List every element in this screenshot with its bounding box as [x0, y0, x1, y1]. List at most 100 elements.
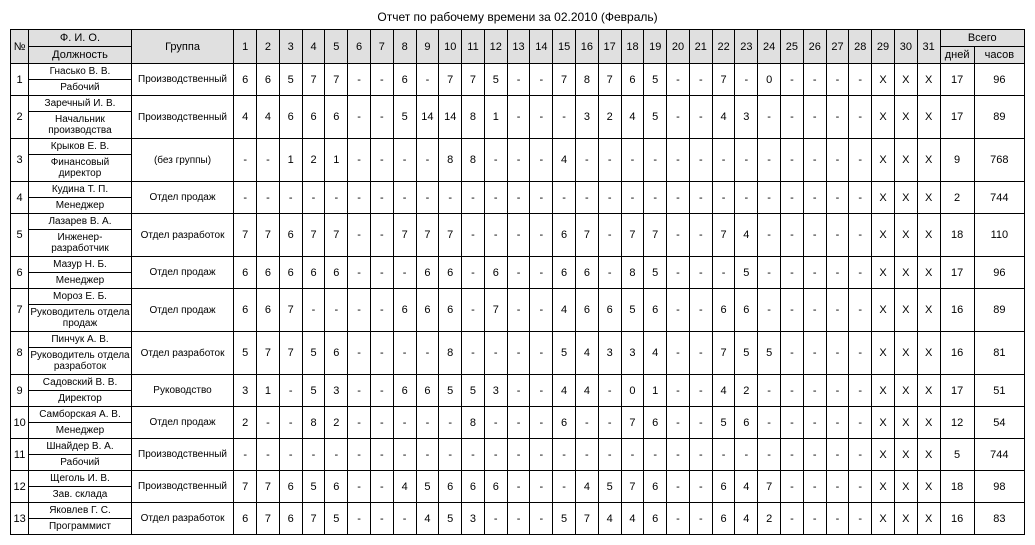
cell: X	[894, 96, 917, 139]
cell: Программист	[29, 519, 132, 535]
cell: X	[872, 503, 895, 535]
cell: -	[484, 407, 507, 439]
cell: -	[348, 96, 371, 139]
cell: Отдел разработок	[131, 503, 234, 535]
cell: 4	[576, 332, 599, 375]
table-row: 4Кудина Т. П.Отдел продаж---------------…	[11, 182, 1025, 198]
cell: X	[894, 375, 917, 407]
col-day: 9	[416, 30, 439, 64]
cell: X	[872, 96, 895, 139]
cell: 4	[11, 182, 29, 214]
cell: -	[849, 214, 872, 257]
cell: -	[530, 289, 553, 332]
cell: 5	[735, 332, 758, 375]
cell: 6	[257, 64, 280, 96]
cell: -	[348, 139, 371, 182]
col-total: Всего	[940, 30, 1025, 47]
cell: 8	[302, 407, 325, 439]
cell: 7	[257, 214, 280, 257]
cell: Производственный	[131, 96, 234, 139]
cell: X	[894, 182, 917, 214]
cell: -	[234, 182, 257, 214]
cell: 7	[598, 64, 621, 96]
cell: -	[370, 471, 393, 503]
cell: -	[348, 407, 371, 439]
cell: 81	[974, 332, 1024, 375]
cell: X	[917, 503, 940, 535]
cell: -	[393, 439, 416, 471]
cell: -	[758, 407, 781, 439]
col-day: 20	[667, 30, 690, 64]
cell: 7	[758, 471, 781, 503]
cell: 6	[11, 257, 29, 289]
col-day: 11	[462, 30, 485, 64]
cell: Директор	[29, 391, 132, 407]
cell: -	[644, 139, 667, 182]
cell: 7	[257, 503, 280, 535]
cell: 3	[576, 96, 599, 139]
cell: 5	[644, 257, 667, 289]
cell: -	[348, 257, 371, 289]
cell: -	[348, 332, 371, 375]
cell: Отдел разработок	[131, 214, 234, 257]
cell: -	[826, 439, 849, 471]
cell: -	[803, 64, 826, 96]
cell: 98	[974, 471, 1024, 503]
cell: 7	[325, 64, 348, 96]
cell: 5	[598, 471, 621, 503]
cell: 5	[621, 289, 644, 332]
cell: 2	[758, 503, 781, 535]
cell: -	[849, 289, 872, 332]
cell: 6	[234, 257, 257, 289]
cell: -	[484, 439, 507, 471]
cell: Менеджер	[29, 198, 132, 214]
cell: 5	[553, 503, 576, 535]
cell: 4	[621, 503, 644, 535]
cell: -	[803, 375, 826, 407]
col-day: 24	[758, 30, 781, 64]
cell: -	[689, 96, 712, 139]
cell: -	[667, 439, 690, 471]
cell: -	[530, 503, 553, 535]
cell: 6	[416, 289, 439, 332]
cell: 5	[484, 64, 507, 96]
cell: 6	[644, 289, 667, 332]
cell: -	[370, 257, 393, 289]
cell: Лазарев В. А.	[29, 214, 132, 230]
cell: Начальник производства	[29, 112, 132, 139]
cell: 4	[621, 96, 644, 139]
cell: 7	[462, 64, 485, 96]
cell: -	[462, 257, 485, 289]
cell: -	[826, 214, 849, 257]
cell: -	[370, 332, 393, 375]
col-day: 16	[576, 30, 599, 64]
cell: -	[370, 289, 393, 332]
cell: 6	[462, 471, 485, 503]
cell: -	[530, 375, 553, 407]
table-row: 9Садовский В. В.Руководство31-53--66553-…	[11, 375, 1025, 391]
cell: -	[667, 471, 690, 503]
cell: 6	[553, 214, 576, 257]
cell: -	[826, 407, 849, 439]
cell: -	[279, 407, 302, 439]
cell: 6	[553, 257, 576, 289]
cell: Руководство	[131, 375, 234, 407]
cell: -	[689, 439, 712, 471]
col-day: 3	[279, 30, 302, 64]
cell: -	[689, 182, 712, 214]
cell: 6	[257, 257, 280, 289]
col-day: 13	[507, 30, 530, 64]
cell: Производственный	[131, 64, 234, 96]
cell: -	[781, 332, 804, 375]
cell: Отдел продаж	[131, 289, 234, 332]
cell: -	[370, 375, 393, 407]
cell: -	[439, 182, 462, 214]
cell: -	[462, 332, 485, 375]
cell: -	[553, 439, 576, 471]
col-day: 25	[781, 30, 804, 64]
cell: -	[758, 439, 781, 471]
cell: -	[507, 214, 530, 257]
cell: 6	[644, 471, 667, 503]
cell: -	[530, 64, 553, 96]
table-row: 11Шнайдер В. А.Производственный---------…	[11, 439, 1025, 455]
